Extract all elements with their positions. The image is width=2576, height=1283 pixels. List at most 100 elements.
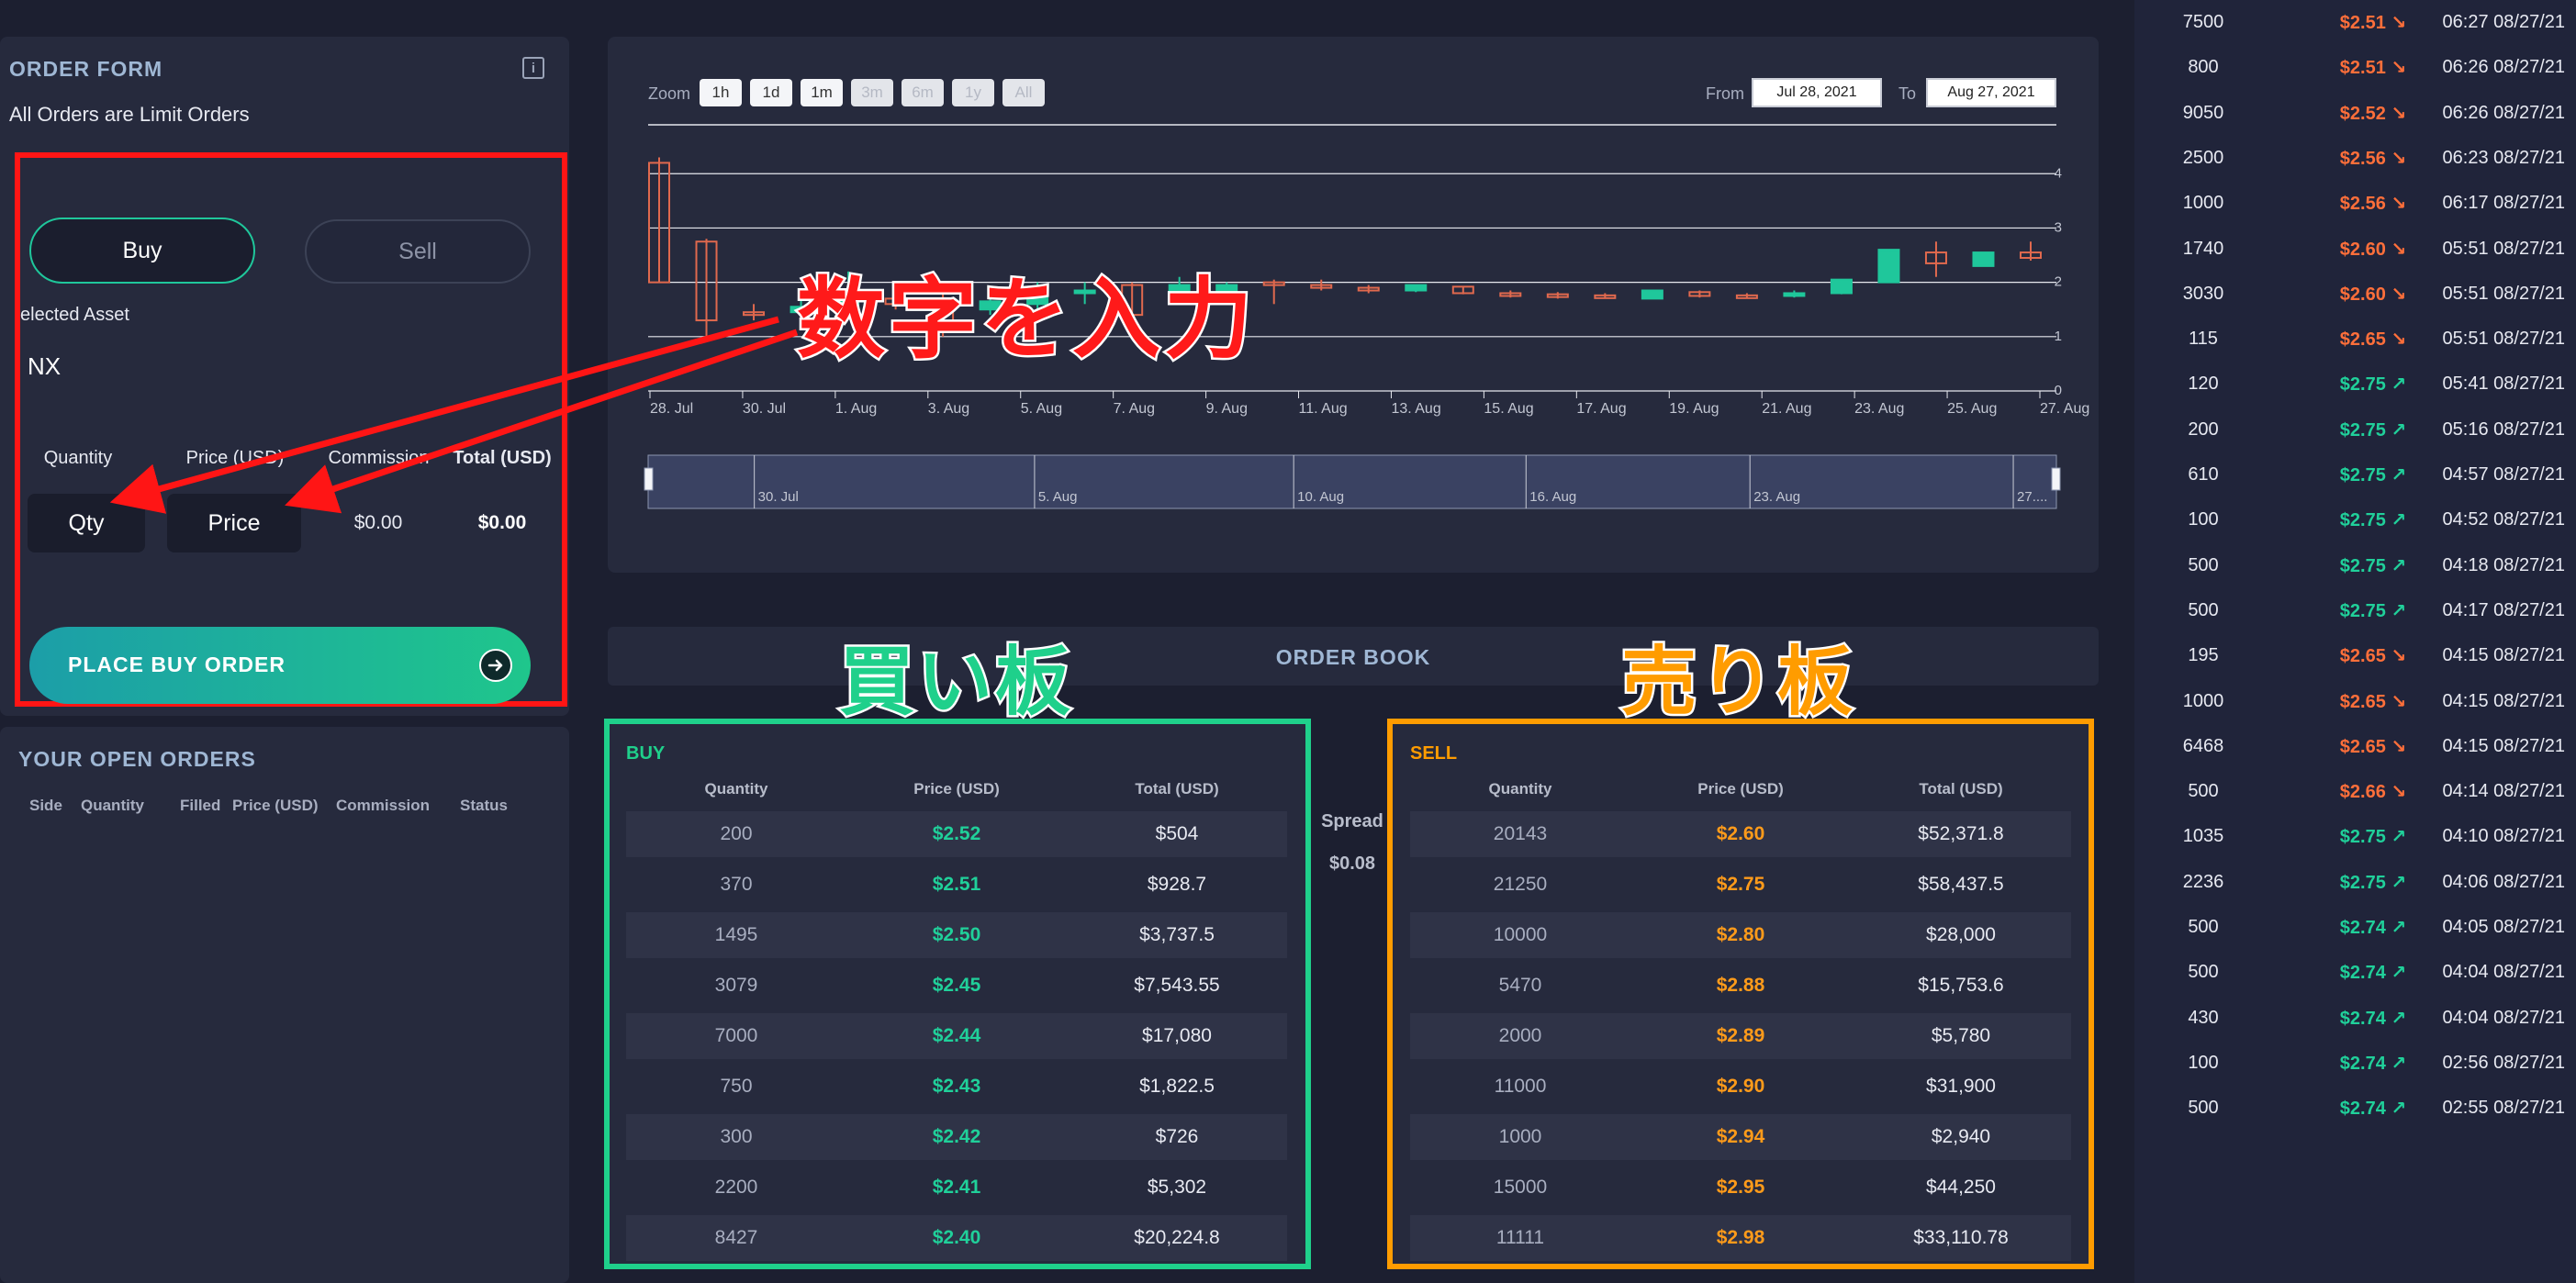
trade-quantity: 200 [2188,418,2219,440]
col-status: Status [460,797,508,814]
trade-time: 05:41 08/27/21 [2442,374,2565,395]
trade-price: $2.52 ↘ [2309,102,2437,125]
sell-tab[interactable]: Sell [305,219,531,284]
trade-row: 500 $2.74 ↗ 04:04 08/27/21 [2134,950,2576,995]
trade-price-value: $2.74 [2339,963,2386,984]
trade-time: 04:15 08/27/21 [2442,690,2565,711]
trade-row: 115 $2.65 ↘ 05:51 08/27/21 [2134,317,2576,362]
arrow-up-right-icon: ↗ [2385,918,2407,938]
x-tick-label: 27. Aug [2040,401,2089,417]
trade-row: 500 $2.74 ↗ 04:05 08/27/21 [2134,905,2576,950]
trade-price-value: $2.65 [2339,646,2386,667]
arrow-down-right-icon: ↘ [2385,148,2407,169]
candle-body [1405,284,1428,292]
trade-row: 195 $2.65 ↘ 04:15 08/27/21 [2134,633,2576,678]
trade-quantity: 115 [2189,329,2218,350]
arrow-down-right-icon: ↘ [2385,103,2407,124]
navigator-label: 30. Jul [758,489,799,505]
arrow-up-right-icon: ↗ [2385,1053,2407,1074]
trade-quantity: 100 [2188,509,2219,530]
price-input[interactable]: Price [167,494,301,552]
arrow-down-right-icon: ↘ [2385,58,2407,79]
x-tick-label: 23. Aug [1854,401,1904,417]
trade-row: 1035 $2.75 ↗ 04:10 08/27/21 [2134,814,2576,859]
trade-price-value: $2.75 [2339,465,2386,485]
place-buy-order-label: PLACE BUY ORDER [68,653,286,676]
y-tick-label: 4 [2055,165,2062,181]
order-book-header: ORDER BOOK [608,627,2099,686]
trade-price: $2.75 ↗ [2309,373,2437,396]
trade-quantity: 500 [2188,1098,2219,1119]
col-commission: Commission [336,797,431,814]
trade-price: $2.75 ↗ [2309,554,2437,577]
commission-value: $0.00 [353,512,403,533]
x-tick-label: 17. Aug [1576,401,1626,417]
trade-quantity: 7500 [2182,12,2224,32]
trade-price: $2.60 ↘ [2309,238,2437,261]
spread-label: Spread [1321,811,1383,831]
arrow-down-right-icon: ↘ [2385,284,2407,305]
trade-quantity: 9050 [2182,102,2224,123]
trade-row: 500 $2.66 ↘ 04:14 08/27/21 [2134,769,2576,814]
trade-row: 1000 $2.56 ↘ 06:17 08/27/21 [2134,181,2576,226]
trade-time: 06:27 08/27/21 [2442,12,2565,32]
trade-time: 02:56 08/27/21 [2442,1052,2565,1073]
trade-price-value: $2.60 [2339,239,2386,260]
trade-quantity: 500 [2188,917,2219,937]
trade-price: $2.74 ↗ [2309,1097,2437,1120]
x-tick-label: 1. Aug [835,401,877,417]
selected-asset-value: NX [28,352,62,380]
buy-tab[interactable]: Buy [29,218,255,284]
order-form-subtitle: All Orders are Limit Orders [9,103,250,126]
arrow-up-right-icon: ↗ [2385,1008,2407,1029]
trade-history-panel: 7500 $2.51 ↘ 06:27 08/27/21 800 $2.51 ↘ 06:26… [2134,0,2576,1283]
candle-body [1877,249,1900,284]
trade-quantity: 500 [2188,554,2219,575]
annotation-sell-board: 売り板 [1618,639,1856,727]
x-tick-label: 15. Aug [1484,401,1533,417]
trade-quantity: 1000 [2182,690,2224,711]
trade-price-value: $2.51 [2339,58,2386,79]
trade-row: 610 $2.75 ↗ 04:57 08/27/21 [2134,452,2576,497]
trade-price: $2.74 ↗ [2309,961,2437,984]
place-buy-order-button[interactable]: PLACE BUY ORDER [29,627,531,704]
navigator-label: 27.... [2017,489,2047,505]
trade-quantity: 2500 [2182,147,2224,168]
trade-time: 04:04 08/27/21 [2442,1007,2565,1028]
arrow-up-right-icon: ↗ [2385,555,2407,576]
arrow-up-right-icon: ↗ [2385,1099,2407,1120]
y-tick-label: 1 [2055,329,2062,344]
trade-price-value: $2.74 [2339,1099,2386,1120]
trade-quantity: 800 [2188,57,2219,78]
trade-quantity: 3030 [2182,283,2224,304]
trade-price-value: $2.56 [2339,194,2386,215]
x-tick-label: 19. Aug [1669,401,1719,417]
trade-price: $2.74 ↗ [2309,1052,2437,1075]
trade-price-value: $2.75 [2339,374,2386,396]
trade-quantity: 500 [2188,781,2219,802]
quantity-input[interactable]: Qty [28,494,145,552]
candle-body [1972,251,1995,267]
trade-quantity: 430 [2188,1007,2219,1028]
trade-price-value: $2.75 [2339,510,2386,531]
trade-row: 100 $2.75 ↗ 04:52 08/27/21 [2134,497,2576,542]
arrow-up-right-icon: ↗ [2385,600,2407,621]
arrow-down-right-icon: ↘ [2385,329,2407,351]
info-icon[interactable]: i [522,57,544,79]
candle-body [1830,278,1853,295]
trade-price-value: $2.65 [2339,691,2386,712]
arrow-down-right-icon: ↘ [2385,782,2407,803]
trade-time: 06:26 08/27/21 [2442,102,2565,123]
trade-price: $2.65 ↘ [2309,735,2437,758]
arrow-down-right-icon: ↘ [2385,239,2407,260]
arrow-up-right-icon: ↗ [2385,465,2407,485]
trade-row: 7500 $2.51 ↘ 06:27 08/27/21 [2134,0,2576,45]
trade-price: $2.75 ↗ [2309,599,2437,622]
trade-row: 2500 $2.56 ↘ 06:23 08/27/21 [2134,136,2576,181]
trade-price: $2.56 ↘ [2309,192,2437,215]
trade-price-value: $2.75 [2339,872,2386,893]
trade-time: 04:14 08/27/21 [2442,781,2565,802]
trade-price-value: $2.66 [2339,782,2386,803]
trade-price: $2.65 ↘ [2309,690,2437,713]
trade-row: 800 $2.51 ↘ 06:26 08/27/21 [2134,45,2576,90]
